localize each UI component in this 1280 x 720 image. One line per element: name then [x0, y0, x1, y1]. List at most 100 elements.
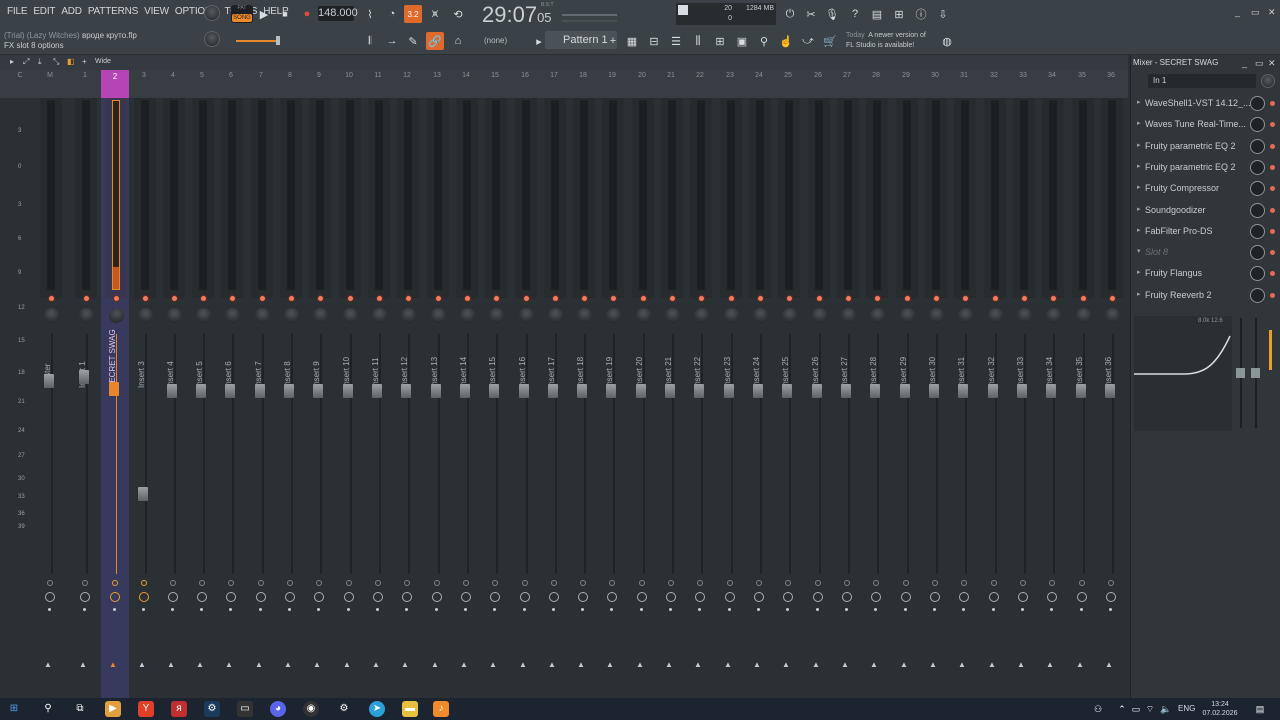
route-toggle[interactable]	[727, 580, 733, 586]
mute-led[interactable]	[933, 295, 940, 302]
pan-knob[interactable]	[636, 308, 651, 323]
route-toggle[interactable]	[697, 580, 703, 586]
undo-icon[interactable]: ⏻	[781, 5, 799, 23]
playlist-icon[interactable]: ▦	[623, 32, 641, 50]
mixer-strip[interactable]: Insert 31 ▲	[950, 98, 978, 698]
master-volume-knob[interactable]	[204, 5, 220, 21]
volume-fader[interactable]	[431, 384, 441, 398]
volume-fader[interactable]	[782, 384, 792, 398]
send-knob[interactable]	[373, 592, 383, 602]
slot-enable-led[interactable]	[1270, 122, 1275, 128]
mute-led[interactable]	[288, 295, 295, 302]
mute-led[interactable]	[669, 295, 676, 302]
slot-menu-icon[interactable]: ▸	[1137, 268, 1141, 276]
route-toggle[interactable]	[199, 580, 205, 586]
pan-knob[interactable]	[577, 308, 592, 323]
effect-slot[interactable]: ▸ FabFilter Pro-DS	[1134, 223, 1279, 243]
route-arrow-icon[interactable]: ▲	[138, 660, 146, 669]
pan-knob[interactable]	[44, 308, 59, 323]
yandex-music-icon[interactable]: я	[171, 701, 187, 717]
route-arrow-icon[interactable]: ▲	[44, 660, 52, 669]
mixer-tool3-icon[interactable]: ⤡	[53, 57, 59, 67]
pan-knob[interactable]	[372, 308, 387, 323]
pan-knob[interactable]	[929, 308, 944, 323]
volume-fader[interactable]	[519, 384, 529, 398]
slot-menu-icon[interactable]: ▸	[1137, 98, 1141, 106]
tempo-tap-icon[interactable]: ⤻	[799, 32, 817, 50]
send-knob[interactable]	[725, 592, 735, 602]
save-icon[interactable]: ▤	[868, 5, 886, 23]
pan-knob[interactable]	[431, 308, 446, 323]
mute-led[interactable]	[757, 295, 764, 302]
pan-knob[interactable]	[1046, 308, 1061, 323]
mute-led[interactable]	[1109, 295, 1116, 302]
route-toggle[interactable]	[961, 580, 967, 586]
route-toggle[interactable]	[346, 580, 352, 586]
route-arrow-icon[interactable]: ▲	[284, 660, 292, 669]
effect-slot[interactable]: ▸ Soundgoodizer	[1134, 202, 1279, 222]
mixer-strip[interactable]: Insert 34 ▲	[1038, 98, 1066, 698]
mute-led[interactable]	[845, 295, 852, 302]
route-arrow-icon[interactable]: ▲	[401, 660, 409, 669]
mute-led[interactable]	[259, 295, 266, 302]
send-knob[interactable]	[110, 592, 120, 602]
pan-knob[interactable]	[167, 308, 182, 323]
mixer-strip[interactable]: Insert 25 ▲	[774, 98, 802, 698]
metronome-icon[interactable]: ⌇	[361, 5, 379, 23]
volume-fader[interactable]	[167, 384, 177, 398]
wifi-icon[interactable]: ⌔	[1142, 701, 1158, 717]
mute-led[interactable]	[171, 295, 178, 302]
mute-led[interactable]	[83, 295, 90, 302]
slot-menu-icon[interactable]: ▸	[1137, 205, 1141, 213]
route-arrow-icon[interactable]: ▲	[196, 660, 204, 669]
slot-mix-knob[interactable]	[1250, 96, 1265, 111]
route-toggle[interactable]	[785, 580, 791, 586]
route-arrow-icon[interactable]: ▲	[782, 660, 790, 669]
menu-view[interactable]: VIEW	[141, 6, 172, 17]
mute-led[interactable]	[435, 295, 442, 302]
mute-led[interactable]	[816, 295, 823, 302]
route-toggle[interactable]	[141, 580, 147, 586]
volume-fader[interactable]	[313, 384, 323, 398]
send-knob[interactable]	[226, 592, 236, 602]
mute-led[interactable]	[464, 295, 471, 302]
mixer-strip[interactable]: Insert 9 ▲	[305, 98, 333, 698]
volume-fader[interactable]	[372, 384, 382, 398]
route-toggle[interactable]	[228, 580, 234, 586]
volume-fader[interactable]	[489, 384, 499, 398]
slot-menu-icon[interactable]: ▸	[1137, 162, 1141, 170]
mixer-strip[interactable]: Insert 28 ▲	[862, 98, 890, 698]
volume-fader[interactable]	[1105, 384, 1115, 398]
route-toggle[interactable]	[1108, 580, 1114, 586]
volume-fader[interactable]	[724, 384, 734, 398]
mute-led[interactable]	[992, 295, 999, 302]
mute-led[interactable]	[786, 295, 793, 302]
yandex-icon[interactable]: Y	[138, 701, 154, 717]
mixer-strip[interactable]: Insert 3 ▲	[130, 98, 158, 698]
slot-enable-led[interactable]	[1270, 228, 1275, 234]
volume-fader[interactable]	[929, 384, 939, 398]
pan-knob[interactable]	[665, 308, 680, 323]
send-knob[interactable]	[666, 592, 676, 602]
route-arrow-icon[interactable]: ▲	[109, 660, 117, 669]
mute-led[interactable]	[405, 295, 412, 302]
mixer-strip[interactable]: Insert 12 ▲	[393, 98, 421, 698]
download-icon[interactable]: ⇩	[934, 5, 952, 23]
mixer-icon[interactable]: ⫼	[689, 32, 707, 50]
slot-mix-knob[interactable]	[1250, 202, 1265, 218]
route-arrow-icon[interactable]: ▲	[1017, 660, 1025, 669]
route-toggle[interactable]	[1049, 580, 1055, 586]
mute-led[interactable]	[523, 295, 530, 302]
mixer-strip[interactable]: Insert 17 ▲	[540, 98, 568, 698]
steam-icon[interactable]: ⚙	[204, 701, 220, 717]
route-arrow-icon[interactable]: ▲	[372, 660, 380, 669]
route-arrow-icon[interactable]: ▲	[343, 660, 351, 669]
volume-fader[interactable]	[196, 384, 206, 398]
volume-fader[interactable]	[1046, 384, 1056, 398]
mixer-strip[interactable]: Insert 30 ▲	[921, 98, 949, 698]
volume-fader[interactable]	[1017, 384, 1027, 398]
mixer-strip[interactable]: Insert 7 ▲	[247, 98, 275, 698]
record-icon[interactable]: ●	[298, 5, 316, 23]
route-arrow-icon[interactable]: ▲	[1105, 660, 1113, 669]
menu-add[interactable]: ADD	[58, 6, 85, 17]
